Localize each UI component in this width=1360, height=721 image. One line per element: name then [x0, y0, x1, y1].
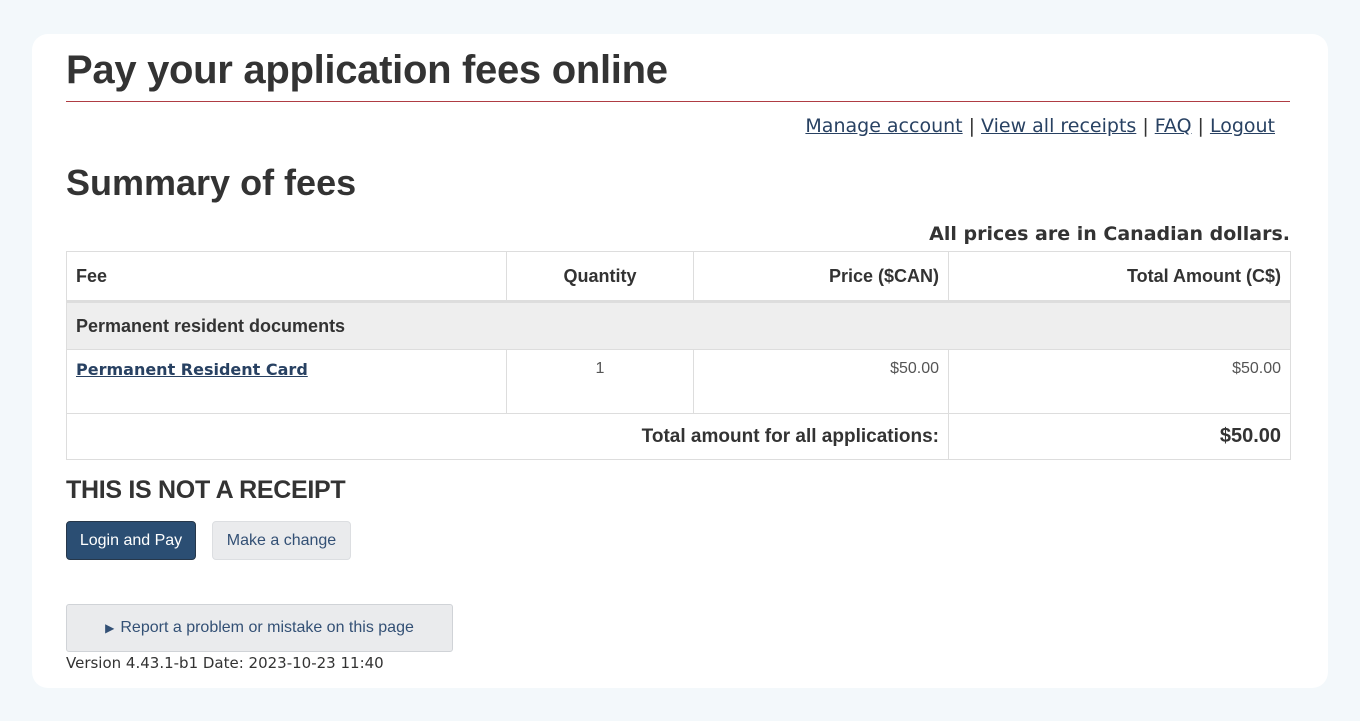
version-info: Version 4.43.1-b1 Date: 2023-10-23 11:40 [66, 654, 384, 672]
title-divider [66, 101, 1290, 102]
login-and-pay-button[interactable]: Login and Pay [66, 521, 196, 560]
report-problem-label: Report a problem or mistake on this page [120, 619, 414, 636]
quantity-cell: 1 [506, 349, 694, 414]
price-cell: $50.00 [693, 349, 949, 414]
make-a-change-button[interactable]: Make a change [212, 521, 351, 560]
manage-account-link[interactable]: Manage account [805, 115, 962, 137]
table-header-row: Fee Quantity Price ($CAN) Total Amount (… [66, 251, 1291, 303]
not-receipt-notice: THIS IS NOT A RECEIPT [66, 476, 346, 504]
nav-separator: | [1142, 115, 1149, 137]
group-label: Permanent resident documents [66, 301, 1291, 350]
column-header-quantity: Quantity [506, 251, 694, 303]
total-amount: $50.00 [948, 413, 1291, 460]
view-all-receipts-link[interactable]: View all receipts [981, 115, 1136, 137]
fee-cell: Permanent Resident Card [66, 349, 507, 414]
summary-heading: Summary of fees [66, 162, 357, 203]
logout-link[interactable]: Logout [1210, 115, 1275, 137]
page-title: Pay your application fees online [66, 48, 668, 92]
nav-separator: | [1197, 115, 1204, 137]
fee-link[interactable]: Permanent Resident Card [76, 360, 308, 379]
currency-note: All prices are in Canadian dollars. [929, 223, 1290, 245]
total-label: Total amount for all applications: [66, 413, 949, 460]
table-total-row: Total amount for all applications: $50.0… [66, 413, 1291, 460]
table-group-row: Permanent resident documents [66, 301, 1291, 350]
table-row: Permanent Resident Card 1 $50.00 $50.00 [66, 349, 1291, 414]
total-cell: $50.00 [948, 349, 1291, 414]
nav-separator: | [968, 115, 976, 137]
content-card: Pay your application fees online Manage … [32, 34, 1328, 688]
account-nav: Manage account | View all receipts | FAQ | Log… [805, 115, 1275, 137]
report-problem-button[interactable]: ▶ Report a problem or mistake on this pa… [66, 604, 453, 652]
fees-table: Fee Quantity Price ($CAN) Total Amount (… [66, 251, 1291, 460]
column-header-fee: Fee [66, 251, 507, 303]
faq-link[interactable]: FAQ [1155, 115, 1192, 137]
column-header-price: Price ($CAN) [693, 251, 949, 303]
triangle-right-icon: ▶ [105, 621, 115, 635]
column-header-total: Total Amount (C$) [948, 251, 1291, 303]
